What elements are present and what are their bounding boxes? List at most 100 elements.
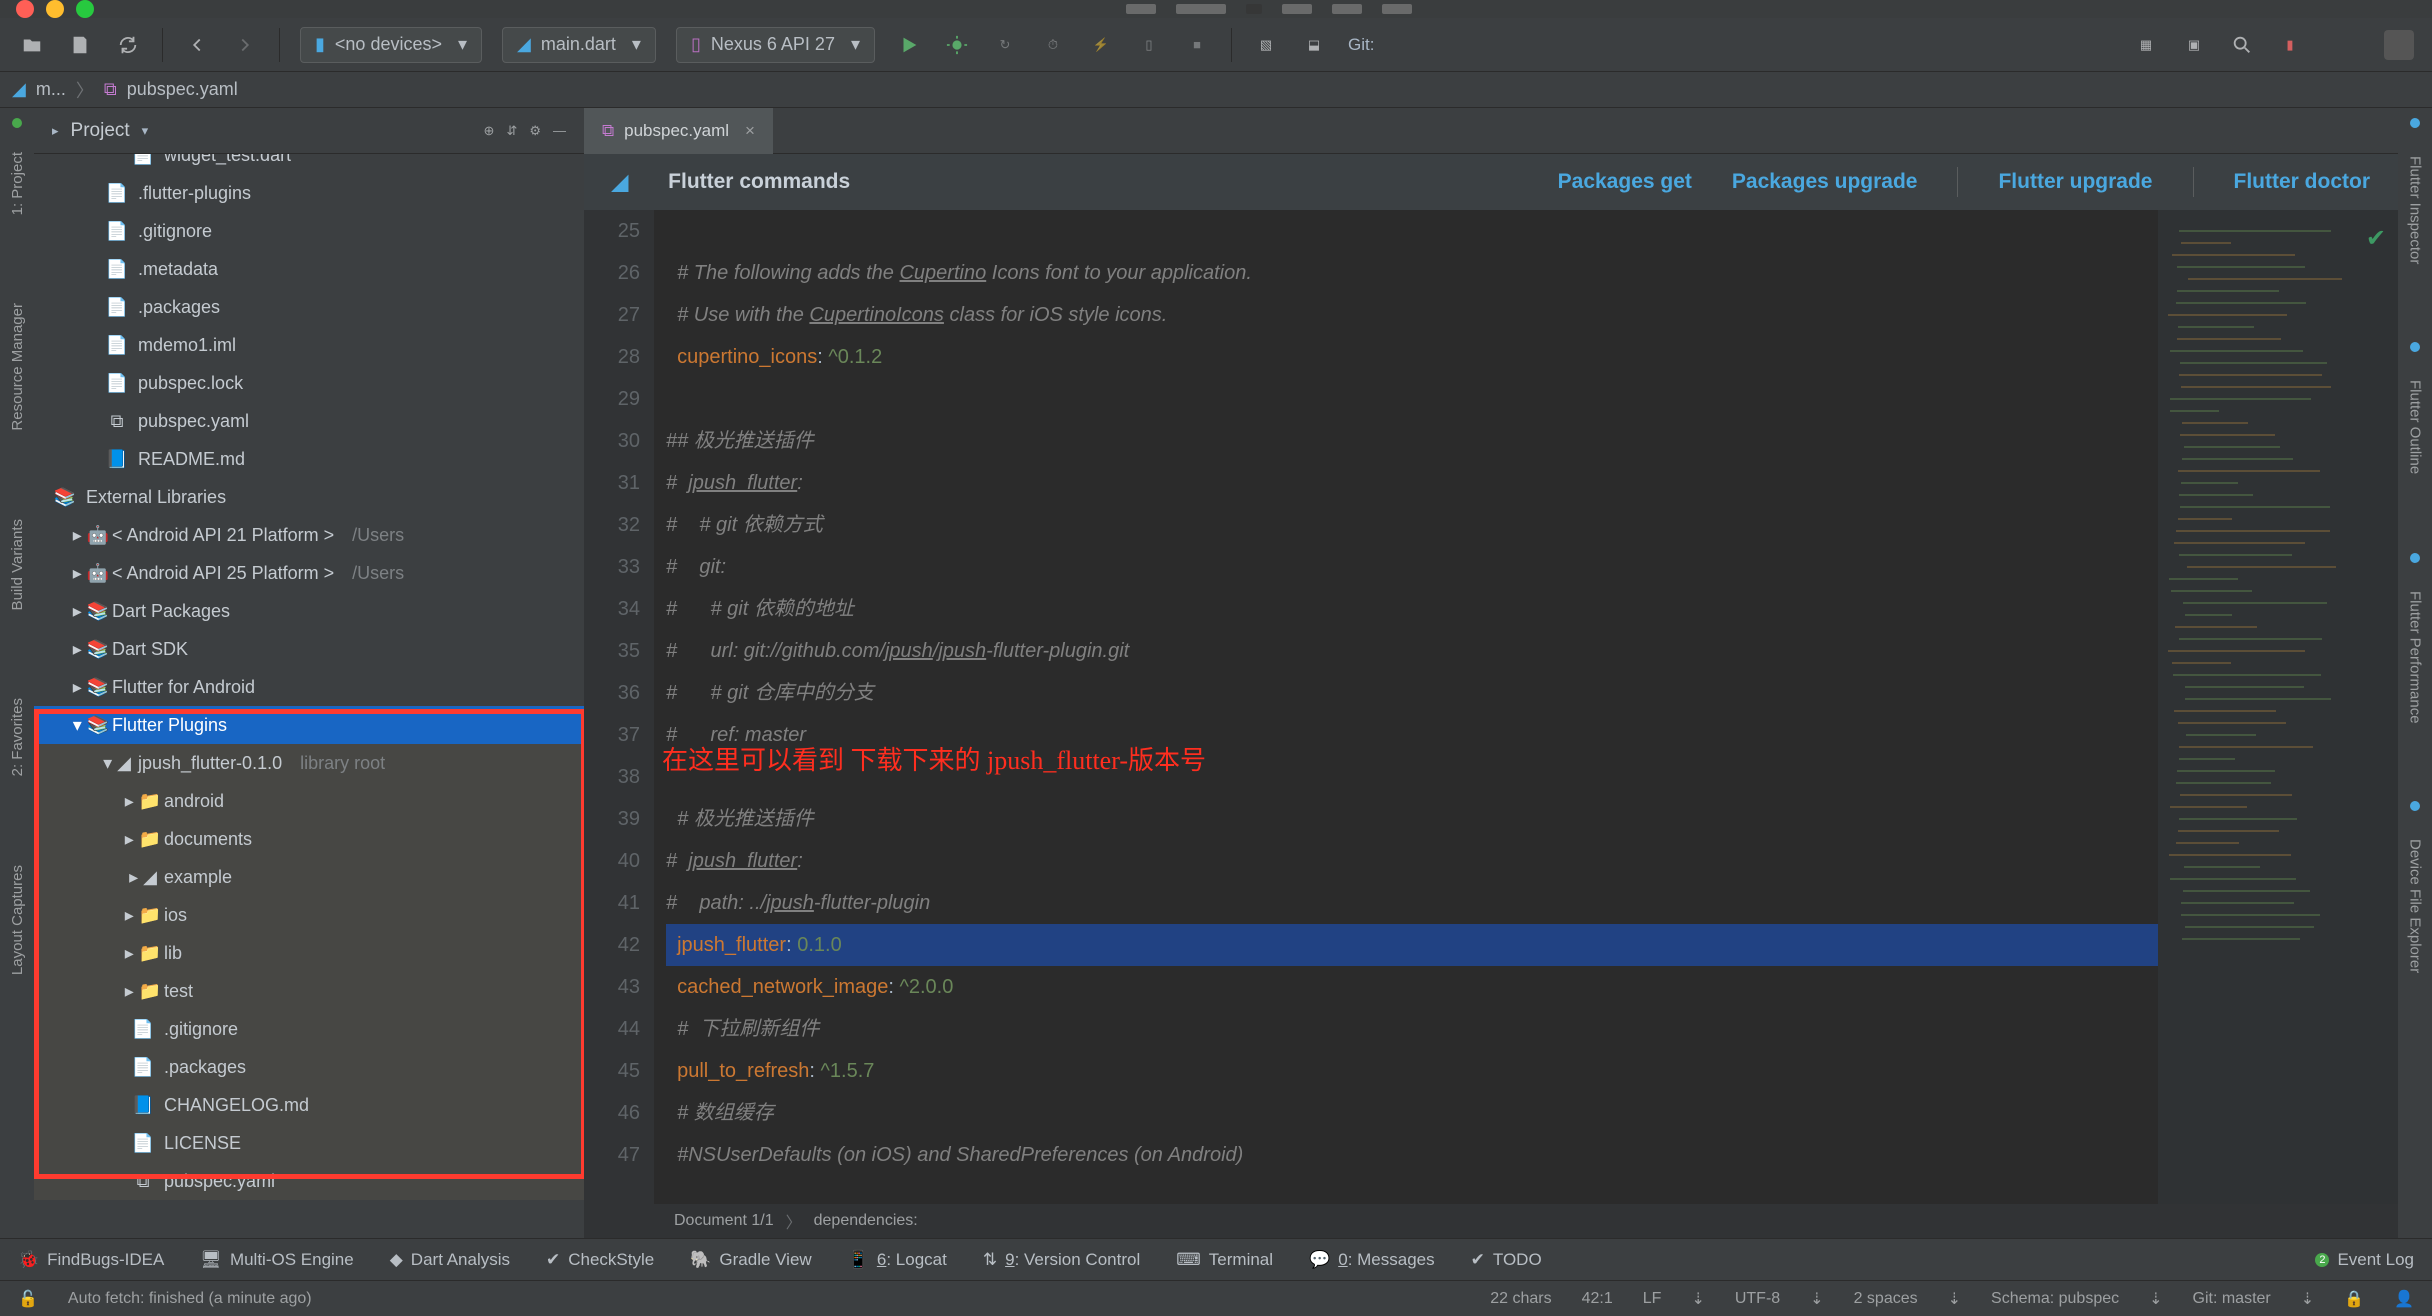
coverage-icon[interactable]: ↻ <box>991 31 1019 59</box>
code-line[interactable]: # # git 依赖的地址 <box>666 588 2158 630</box>
tree-item[interactable]: 📄widget_test.dart <box>34 154 584 174</box>
tool-window-button[interactable]: ◆Dart Analysis <box>390 1250 510 1270</box>
project-tree[interactable]: 📄widget_test.dart📄.flutter-plugins📄.giti… <box>34 154 584 1238</box>
hide-icon[interactable]: — <box>553 123 566 138</box>
emulator-selector[interactable]: ▯Nexus 6 API 27▾ <box>676 27 875 63</box>
left-gutter-item[interactable]: 2: Favorites <box>9 698 26 776</box>
avd-icon[interactable]: ▧ <box>1252 31 1280 59</box>
tree-item[interactable]: ▾ 📚Flutter Plugins <box>34 706 584 744</box>
status-line-ending[interactable]: LF <box>1643 1290 1662 1308</box>
flutter-doctor-link[interactable]: Flutter doctor <box>2234 170 2371 194</box>
back-icon[interactable] <box>183 31 211 59</box>
stop-icon[interactable]: ■ <box>1183 31 1211 59</box>
tree-item[interactable]: ▸ 📁documents <box>34 820 584 858</box>
code-line[interactable]: # # git 仓库中的分支 <box>666 672 2158 714</box>
left-gutter-item[interactable]: Resource Manager <box>9 303 26 431</box>
avatar-icon[interactable] <box>2384 30 2414 60</box>
tool-window-button[interactable]: 📱6: Logcat <box>848 1250 947 1270</box>
tree-item[interactable]: ▸ 📁android <box>34 782 584 820</box>
tool-window-button[interactable]: 🐘Gradle View <box>690 1250 811 1270</box>
sdk-icon[interactable]: ⬓ <box>1300 31 1328 59</box>
tree-item[interactable]: 📄.metadata <box>34 250 584 288</box>
code-line[interactable]: jpush_flutter: 0.1.0 <box>666 924 2158 966</box>
tool-window-button[interactable]: ⌨Terminal <box>1176 1250 1273 1270</box>
tree-item[interactable]: ▸ 📚Dart Packages <box>34 592 584 630</box>
forward-icon[interactable] <box>231 31 259 59</box>
terminal-icon[interactable]: ▣ <box>2180 31 2208 59</box>
tree-item[interactable]: ▸ 📚Dart SDK <box>34 630 584 668</box>
hot-reload-icon[interactable]: ⚡ <box>1087 31 1115 59</box>
tree-item[interactable]: ▸ 📚Flutter for Android <box>34 668 584 706</box>
locate-icon[interactable]: ⊕ <box>484 123 495 139</box>
lock-icon[interactable]: 🔓 <box>18 1289 38 1309</box>
tree-item[interactable]: 📘README.md <box>34 440 584 478</box>
code-line[interactable]: # jpush_flutter: <box>666 462 2158 504</box>
tool-window-button[interactable]: 🐞FindBugs-IDEA <box>18 1250 164 1270</box>
tree-item[interactable]: ▸ 📁test <box>34 972 584 1010</box>
tool-window-button[interactable]: ✔TODO <box>1471 1250 1542 1270</box>
project-structure-icon[interactable]: ▦ <box>2132 31 2160 59</box>
code-editor[interactable]: 2526272829303132333435363738394041424344… <box>584 210 2398 1204</box>
code-line[interactable]: # The following adds the Cupertino Icons… <box>666 252 2158 294</box>
status-position[interactable]: 42:1 <box>1582 1290 1613 1308</box>
left-gutter-item[interactable]: 1: Project <box>9 152 26 215</box>
tree-item[interactable]: ▸ 📁lib <box>34 934 584 972</box>
status-padlock-icon[interactable]: 🔒 <box>2344 1289 2364 1309</box>
tree-item[interactable]: 📄.flutter-plugins <box>34 174 584 212</box>
tree-item[interactable]: ▸ ◢example <box>34 858 584 896</box>
code-line[interactable]: cupertino_icons: ^0.1.2 <box>666 336 2158 378</box>
device-selector[interactable]: ▮<no devices>▾ <box>300 27 482 63</box>
code-line[interactable]: # 极光推送插件 <box>666 798 2158 840</box>
tree-item[interactable]: ▸ 🤖< Android API 25 Platform >/Users <box>34 554 584 592</box>
status-git[interactable]: Git: master <box>2193 1290 2271 1308</box>
tree-item[interactable]: ▸ 📁ios <box>34 896 584 934</box>
right-gutter-item[interactable]: Flutter Inspector <box>2407 156 2424 264</box>
status-notification-icon[interactable]: 👤 <box>2394 1289 2414 1309</box>
status-encoding[interactable]: UTF-8 <box>1735 1290 1780 1308</box>
right-gutter-item[interactable]: Flutter Outline <box>2407 380 2424 474</box>
tree-item[interactable]: ▸ 🤖< Android API 21 Platform >/Users <box>34 516 584 554</box>
code-line[interactable]: # 下拉刷新组件 <box>666 1008 2158 1050</box>
code-line[interactable]: # url: git://github.com/jpush/jpush-flut… <box>666 630 2158 672</box>
search-icon[interactable] <box>2228 31 2256 59</box>
open-icon[interactable] <box>18 31 46 59</box>
close-tab-icon[interactable]: × <box>745 121 755 141</box>
code-line[interactable] <box>666 378 2158 420</box>
tree-item[interactable]: 📄LICENSE <box>34 1124 584 1162</box>
breadcrumb-project[interactable]: m... <box>36 79 66 100</box>
run-icon[interactable] <box>895 31 923 59</box>
code-line[interactable]: #NSUserDefaults (on iOS) and SharedPrefe… <box>666 1134 2158 1176</box>
close-window-icon[interactable] <box>16 0 34 18</box>
tree-item[interactable]: ▾ ◢jpush_flutter-0.1.0library root <box>34 744 584 782</box>
code-line[interactable]: # jpush_flutter: <box>666 840 2158 882</box>
status-indent[interactable]: 2 spaces <box>1854 1290 1918 1308</box>
status-schema[interactable]: Schema: pubspec <box>1991 1290 2119 1308</box>
collapse-icon[interactable]: ⇵ <box>506 123 517 139</box>
tool-window-button[interactable]: 🖥Multi-OS Engine <box>200 1250 353 1270</box>
tool-window-button[interactable]: ⇅9: Version Control <box>983 1250 1140 1270</box>
left-gutter-item[interactable]: Build Variants <box>9 519 26 610</box>
packages-get-link[interactable]: Packages get <box>1558 170 1692 194</box>
project-view-label[interactable]: Project <box>71 120 130 142</box>
packages-upgrade-link[interactable]: Packages upgrade <box>1732 170 1918 194</box>
code-line[interactable]: # 数组缓存 <box>666 1092 2158 1134</box>
flutter-upgrade-link[interactable]: Flutter upgrade <box>1998 170 2152 194</box>
tree-item[interactable]: 📄pubspec.lock <box>34 364 584 402</box>
maximize-window-icon[interactable] <box>76 0 94 18</box>
save-icon[interactable] <box>66 31 94 59</box>
code-line[interactable] <box>666 210 2158 252</box>
memory-indicator-icon[interactable]: ▮ <box>2276 31 2304 59</box>
tree-item[interactable]: ⧉pubspec.yaml <box>34 402 584 440</box>
minimize-window-icon[interactable] <box>46 0 64 18</box>
right-gutter-item[interactable]: Flutter Performance <box>2407 591 2424 724</box>
profile-icon[interactable]: ⏱ <box>1039 31 1067 59</box>
code-line[interactable]: # path: ../jpush-flutter-plugin <box>666 882 2158 924</box>
tree-item[interactable]: 📄.gitignore <box>34 212 584 250</box>
tab-pubspec[interactable]: ⧉ pubspec.yaml × <box>584 108 773 154</box>
code-line[interactable]: # # git 依赖方式 <box>666 504 2158 546</box>
code-line[interactable]: ## 极光推送插件 <box>666 420 2158 462</box>
tree-item[interactable]: 📚External Libraries <box>34 478 584 516</box>
event-log-button[interactable]: 2Event Log <box>2315 1250 2414 1270</box>
tree-item[interactable]: 📄.gitignore <box>34 1010 584 1048</box>
attach-icon[interactable]: ▯ <box>1135 31 1163 59</box>
